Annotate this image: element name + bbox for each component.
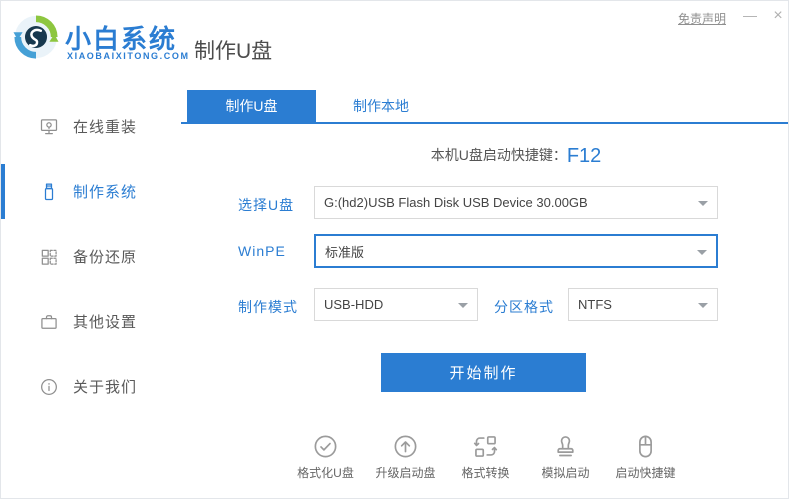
info-circle-icon bbox=[39, 377, 59, 397]
check-circle-icon bbox=[314, 435, 337, 458]
tool-label: 启动快捷键 bbox=[615, 466, 676, 480]
sidebar-item-label: 制作系统 bbox=[73, 184, 138, 201]
partition-select-label: 分区格式 bbox=[494, 299, 554, 315]
chevron-down-icon bbox=[698, 303, 708, 308]
tool-label: 升级启动盘 bbox=[375, 466, 436, 480]
partition-select[interactable]: NTFS bbox=[568, 288, 718, 321]
tab-make-local[interactable]: 制作本地 bbox=[316, 90, 446, 122]
tool-label: 模拟启动 bbox=[541, 466, 590, 480]
tool-label: 格式转换 bbox=[461, 466, 510, 480]
usb-drive-icon bbox=[39, 182, 59, 202]
tool-boot-hotkey[interactable]: 启动快捷键 bbox=[606, 433, 686, 481]
tool-format-usb[interactable]: 格式化U盘 bbox=[286, 433, 366, 481]
sidebar-item-online-reinstall[interactable]: 在线重装 bbox=[1, 94, 181, 159]
convert-icon bbox=[473, 436, 498, 457]
disclaimer-link[interactable]: 免责声明 bbox=[678, 10, 726, 27]
close-button[interactable]: × bbox=[769, 7, 787, 25]
winpe-select-label: WinPE bbox=[238, 243, 286, 259]
winpe-select[interactable]: 标准版 bbox=[314, 234, 718, 268]
tab-make-usb[interactable]: 制作U盘 bbox=[187, 90, 316, 122]
tool-format-convert[interactable]: 格式转换 bbox=[446, 433, 526, 481]
sidebar-item-label: 在线重装 bbox=[73, 119, 138, 136]
sidebar-item-label: 关于我们 bbox=[73, 379, 138, 396]
app-window: 小白系统 XIAOBAIXITONG.COM 制作U盘 免责声明 — × 在线重… bbox=[0, 0, 789, 499]
mode-select-value: USB-HDD bbox=[324, 297, 384, 312]
sidebar-item-about-us[interactable]: 关于我们 bbox=[1, 354, 181, 419]
boot-hotkey-label: 本机U盘启动快捷键： bbox=[430, 147, 567, 163]
usb-select-value: G:(hd2)USB Flash Disk USB Device 30.00GB bbox=[324, 195, 588, 210]
mouse-icon bbox=[639, 435, 652, 458]
sidebar-item-other-settings[interactable]: 其他设置 bbox=[1, 289, 181, 354]
sidebar-item-make-system[interactable]: 制作系统 bbox=[1, 159, 181, 224]
chevron-down-icon bbox=[698, 201, 708, 206]
sidebar: 在线重装 制作系统 备份还原 其他设置 关于我们 bbox=[1, 94, 181, 419]
arrow-up-circle-icon bbox=[394, 435, 417, 458]
mode-select[interactable]: USB-HDD bbox=[314, 288, 478, 321]
sidebar-item-label: 备份还原 bbox=[73, 249, 138, 266]
page-title: 制作U盘 bbox=[194, 40, 273, 63]
boot-hotkey-value: F12 bbox=[566, 145, 602, 167]
start-make-button[interactable]: 开始制作 bbox=[381, 353, 586, 392]
mode-select-label: 制作模式 bbox=[238, 299, 298, 315]
tab-underline bbox=[181, 122, 788, 124]
brand-logo-icon bbox=[13, 15, 59, 59]
tool-simulate-boot[interactable]: 模拟启动 bbox=[526, 433, 606, 481]
brand-domain: XIAOBAIXITONG.COM bbox=[67, 51, 190, 61]
winpe-select-value: 标准版 bbox=[325, 244, 365, 260]
chevron-down-icon bbox=[458, 303, 468, 308]
sidebar-item-label: 其他设置 bbox=[73, 314, 138, 331]
toolbox-icon bbox=[39, 312, 59, 332]
monitor-icon bbox=[39, 117, 59, 137]
usb-select-label: 选择U盘 bbox=[238, 197, 295, 213]
tool-label: 格式化U盘 bbox=[297, 466, 354, 480]
bottom-toolbar: 格式化U盘 升级启动盘 格式转换 模拟启动 启动快捷键 bbox=[181, 433, 788, 481]
grid-icon bbox=[39, 247, 59, 267]
sidebar-item-backup-restore[interactable]: 备份还原 bbox=[1, 224, 181, 289]
partition-select-value: NTFS bbox=[578, 297, 612, 312]
minimize-button[interactable]: — bbox=[741, 7, 759, 23]
tool-upgrade-boot-disk[interactable]: 升级启动盘 bbox=[366, 433, 446, 481]
usb-select[interactable]: G:(hd2)USB Flash Disk USB Device 30.00GB bbox=[314, 186, 718, 219]
chevron-down-icon bbox=[697, 250, 707, 255]
boot-hotkey-line: 本机U盘启动快捷键：F12 bbox=[314, 145, 718, 168]
stamp-icon bbox=[557, 436, 574, 457]
